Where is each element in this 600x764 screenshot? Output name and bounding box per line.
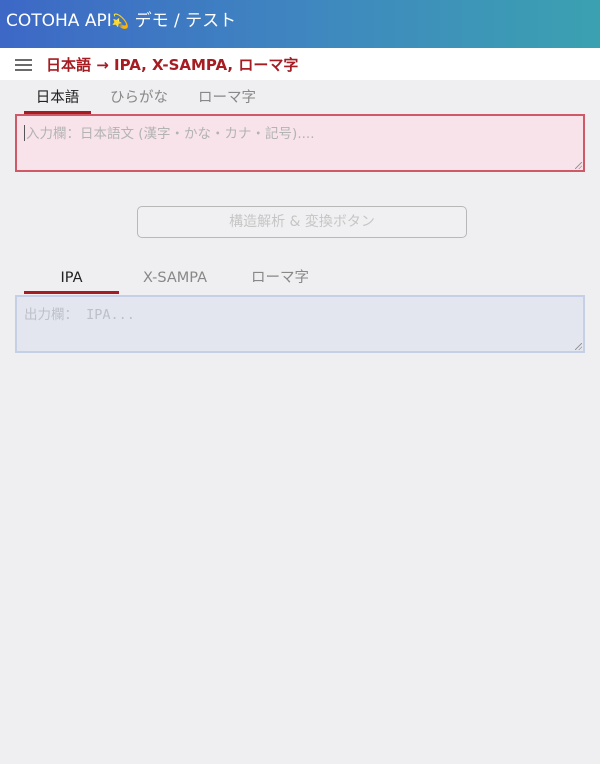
tab-x-sampa[interactable]: X-SAMPA [127,262,223,294]
output-placeholder: 出力欄： IPA... [24,307,135,323]
tab-hiragana[interactable]: ひらがな [101,82,177,114]
tab-ipa[interactable]: IPA [24,262,119,294]
convert-button[interactable]: 構造解析 & 変換ボタン [137,206,467,238]
hamburger-icon[interactable] [15,58,32,72]
page-subheader: 日本語 → IPA, X-SAMPA, ローマ字 [0,48,600,80]
tab-japanese[interactable]: 日本語 [24,82,91,114]
output-field[interactable]: 出力欄： IPA... [15,295,585,353]
page-title: 日本語 → IPA, X-SAMPA, ローマ字 [46,56,299,74]
input-tabs: 日本語 ひらがな ローマ字 [0,82,600,114]
app-header: COTOHA API💫 デモ / テスト [0,0,600,48]
resize-handle-icon[interactable] [575,162,582,169]
tab-output-romaji[interactable]: ローマ字 [232,262,328,294]
app-subtitle: デモ / テスト [129,11,237,31]
japanese-input[interactable]: 入力欄：日本語文 (漢字・かな・カナ・記号).... [15,114,585,172]
tab-romaji[interactable]: ローマ字 [189,82,265,114]
input-placeholder: 入力欄：日本語文 (漢字・かな・カナ・記号).... [26,126,315,142]
app-title-text: COTOHA API [6,11,112,31]
output-tabs: IPA X-SAMPA ローマ字 [0,262,600,294]
app-title: COTOHA API💫 デモ / テスト [6,6,236,31]
comet-icon: 💫 [111,14,130,30]
text-caret [24,125,25,141]
resize-handle-icon[interactable] [575,343,582,350]
